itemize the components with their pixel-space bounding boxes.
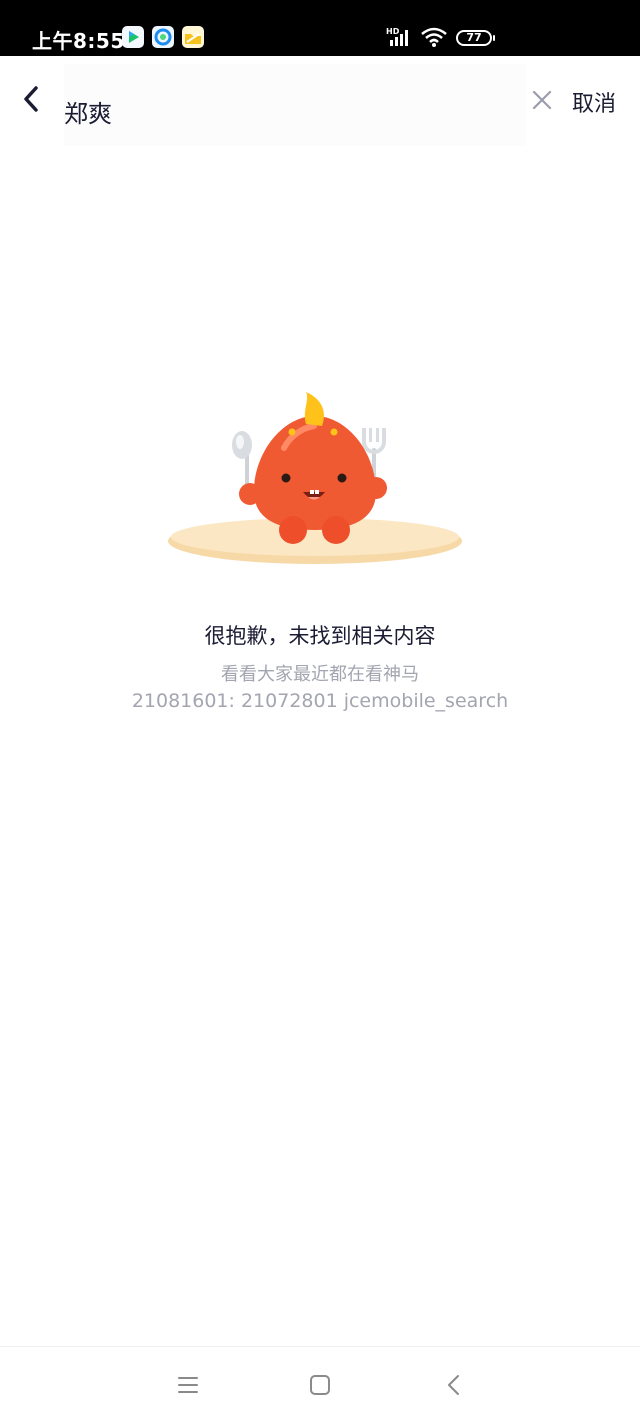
- video-app-icon: [122, 26, 144, 48]
- browser-app-icon: [152, 26, 174, 48]
- wifi-icon: [420, 26, 448, 52]
- signal-icon: HD: [386, 26, 414, 52]
- search-query-text: 郑爽: [64, 100, 112, 128]
- clear-x-icon[interactable]: [530, 88, 554, 112]
- empty-state-title: 很抱歉，未找到相关内容: [204, 624, 436, 648]
- svg-text:HD: HD: [386, 27, 400, 36]
- files-app-icon: [182, 26, 204, 48]
- cancel-button[interactable]: 取消: [572, 86, 616, 118]
- home-square-icon[interactable]: [306, 1371, 334, 1399]
- system-nav-bar: [0, 1346, 640, 1423]
- back-arrow-icon[interactable]: [16, 82, 48, 118]
- battery-icon: 77: [456, 30, 492, 46]
- search-header: 郑爽 取消: [0, 56, 640, 146]
- status-time: 上午8:55: [32, 29, 125, 53]
- empty-state-subtitle[interactable]: 看看大家最近都在看神马: [0, 660, 640, 686]
- search-input[interactable]: 郑爽: [64, 64, 526, 146]
- status-bar: 上午8:55 HD 77: [0, 0, 640, 56]
- battery-tip: [493, 35, 495, 41]
- menu-icon[interactable]: [174, 1371, 202, 1399]
- empty-state-debug-code: 21081601: 21072801 jcemobile_search: [131, 690, 509, 712]
- back-chevron-icon[interactable]: [440, 1371, 468, 1399]
- empty-state-mascot-illustration: [164, 388, 466, 572]
